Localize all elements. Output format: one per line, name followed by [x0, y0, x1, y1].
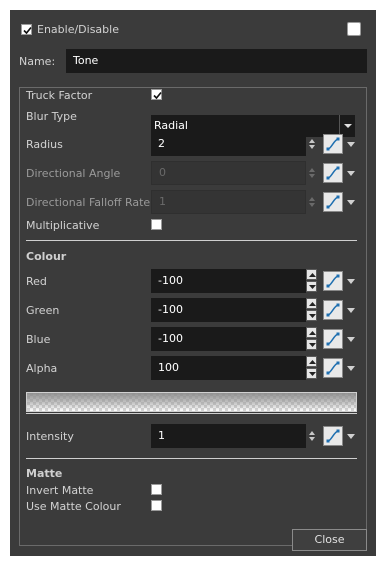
- blue-label: Blue: [26, 333, 51, 346]
- decrement-button[interactable]: [306, 339, 317, 350]
- radius-field[interactable]: 2: [151, 132, 306, 156]
- blue-function-menu-icon[interactable]: [347, 337, 355, 342]
- truck-factor-checkbox[interactable]: [151, 89, 162, 100]
- arrow-down-icon: [309, 285, 316, 289]
- directional-falloff-stepper-icon[interactable]: [309, 196, 315, 208]
- checkmark-icon: [153, 91, 162, 100]
- function-curve-icon: [326, 429, 340, 443]
- green-function-button[interactable]: [323, 300, 343, 320]
- matte-section-title: Matte: [26, 467, 63, 480]
- radius-label: Radius: [26, 138, 63, 151]
- use-matte-colour-label: Use Matte Colour: [26, 500, 121, 513]
- blur-type-value: Radial: [154, 119, 188, 132]
- function-curve-icon: [326, 332, 340, 346]
- function-curve-icon: [326, 166, 340, 180]
- green-function-menu-icon[interactable]: [347, 308, 355, 313]
- divider: [26, 240, 357, 241]
- layer-color-swatch[interactable]: [347, 22, 361, 36]
- name-field[interactable]: Tone: [66, 49, 367, 73]
- truck-factor-label: Truck Factor: [26, 89, 93, 102]
- alpha-field[interactable]: 100: [151, 356, 306, 380]
- layer-properties-window: Enable/Disable Name: Tone Truck Factor B…: [10, 10, 376, 556]
- arrow-up-icon: [309, 273, 316, 277]
- directional-angle-stepper-icon[interactable]: [309, 167, 315, 179]
- increment-button[interactable]: [306, 327, 317, 338]
- directional-angle-field[interactable]: 0: [151, 161, 306, 185]
- directional-angle-label: Directional Angle: [26, 167, 121, 180]
- alpha-function-button[interactable]: [323, 358, 343, 378]
- invert-matte-label: Invert Matte: [26, 484, 94, 497]
- decrement-button[interactable]: [306, 310, 317, 321]
- divider: [26, 458, 357, 459]
- green-label: Green: [26, 304, 60, 317]
- radius-function-button[interactable]: [323, 134, 343, 154]
- blue-function-button[interactable]: [323, 329, 343, 349]
- close-button[interactable]: Close: [292, 529, 367, 551]
- arrow-down-icon: [309, 343, 316, 347]
- red-field[interactable]: -100: [151, 269, 306, 293]
- intensity-label: Intensity: [26, 430, 74, 443]
- decrement-button[interactable]: [306, 368, 317, 379]
- function-curve-icon: [326, 274, 340, 288]
- directional-falloff-function-button[interactable]: [323, 192, 343, 212]
- arrow-up-icon: [309, 360, 316, 364]
- enable-disable-label: Enable/Disable: [37, 23, 119, 36]
- function-curve-icon: [326, 361, 340, 375]
- red-label: Red: [26, 275, 47, 288]
- multiplicative-label: Multiplicative: [26, 219, 100, 232]
- function-curve-icon: [326, 137, 340, 151]
- increment-button[interactable]: [306, 356, 317, 367]
- radius-function-menu-icon[interactable]: [347, 142, 355, 147]
- radius-stepper-icon[interactable]: [309, 138, 315, 150]
- red-function-button[interactable]: [323, 271, 343, 291]
- intensity-stepper-icon[interactable]: [309, 430, 315, 442]
- intensity-field[interactable]: 1: [151, 424, 306, 448]
- arrow-up-icon: [309, 331, 316, 335]
- invert-matte-checkbox[interactable]: [151, 484, 162, 495]
- intensity-function-button[interactable]: [323, 426, 343, 446]
- directional-angle-function-menu-icon[interactable]: [347, 171, 355, 176]
- colour-section-title: Colour: [26, 250, 67, 263]
- name-label: Name:: [19, 55, 56, 68]
- checkmark-icon: [23, 26, 32, 35]
- enable-disable-checkbox[interactable]: [21, 24, 32, 35]
- divider: [26, 413, 357, 414]
- directional-falloff-field[interactable]: 1: [151, 190, 306, 214]
- alpha-label: Alpha: [26, 362, 58, 375]
- directional-falloff-function-menu-icon[interactable]: [347, 200, 355, 205]
- increment-button[interactable]: [306, 298, 317, 309]
- arrow-down-icon: [309, 372, 316, 376]
- directional-falloff-label: Directional Falloff Rate: [26, 196, 151, 209]
- intensity-function-menu-icon[interactable]: [347, 434, 355, 439]
- decrement-button[interactable]: [306, 281, 317, 292]
- green-field[interactable]: -100: [151, 298, 306, 322]
- blur-type-label: Blur Type: [26, 110, 77, 123]
- directional-angle-function-button[interactable]: [323, 163, 343, 183]
- alpha-function-menu-icon[interactable]: [347, 366, 355, 371]
- arrow-down-icon: [309, 314, 316, 318]
- arrow-up-icon: [309, 302, 316, 306]
- function-curve-icon: [326, 303, 340, 317]
- blue-field[interactable]: -100: [151, 327, 306, 351]
- increment-button[interactable]: [306, 269, 317, 280]
- red-function-menu-icon[interactable]: [347, 279, 355, 284]
- multiplicative-checkbox[interactable]: [151, 219, 162, 230]
- use-matte-colour-checkbox[interactable]: [151, 500, 162, 511]
- colour-preview-swatch[interactable]: [26, 392, 357, 412]
- function-curve-icon: [326, 195, 340, 209]
